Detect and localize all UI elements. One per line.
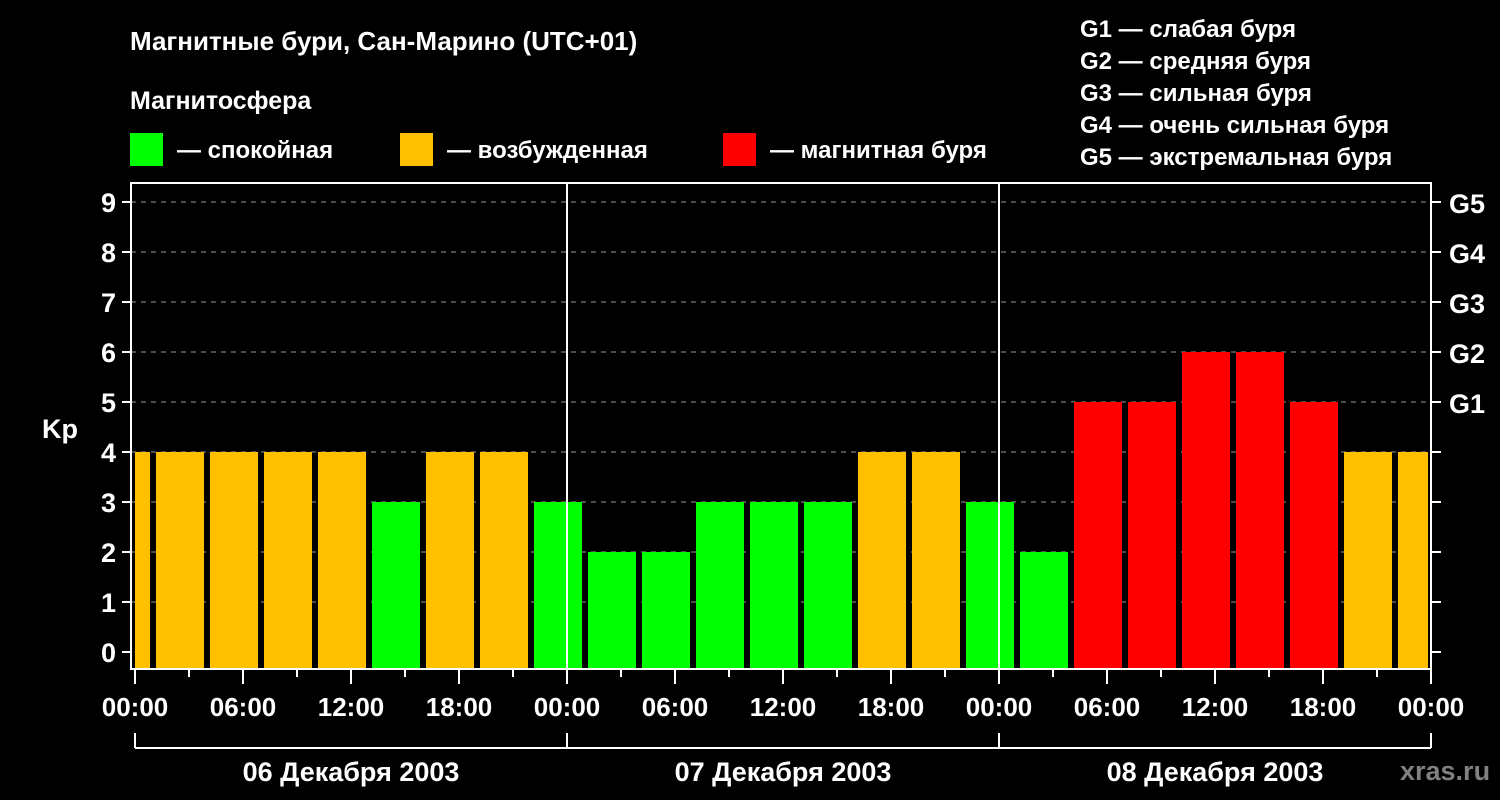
y-axis-label: Kp [42,414,78,444]
g-scale-item: G2 — средняя буря [1080,48,1311,75]
legend-title: Магнитосфера [130,87,312,115]
legend-swatch [400,133,433,166]
g-tick-label: G1 [1449,389,1485,419]
kp-chart: Магнитные бури, Сан-Марино (UTC+01) Магн… [42,16,1490,787]
y-tick-label: 1 [101,588,116,618]
bar [642,552,690,669]
bar [318,452,366,669]
x-tick-label: 06:00 [642,692,709,722]
bar [264,452,312,669]
legend-swatch [130,133,163,166]
y-tick-label: 7 [101,288,116,318]
legend-label: — спокойная [177,137,333,164]
bar [210,452,258,669]
chart-title: Магнитные бури, Сан-Марино (UTC+01) [130,26,637,56]
y-tick-label: 4 [101,438,116,468]
bar [588,552,636,669]
bar [135,452,150,669]
bar [750,502,798,669]
bar [696,502,744,669]
x-tick-label: 12:00 [318,692,385,722]
g-tick-label: G2 [1449,339,1485,369]
x-tick-label: 18:00 [426,692,493,722]
legend-swatch [723,133,756,166]
g-scale-legend: G1 — слабая буря G2 — средняя буря G3 — си… [1080,16,1392,171]
bar [1128,402,1176,669]
y-tick-label: 3 [101,488,116,518]
x-tick-label: 00:00 [966,692,1033,722]
y-tick-label: 0 [101,638,116,668]
x-tick-label: 12:00 [750,692,817,722]
plot-area: 0 1 2 3 4 5 6 7 8 9 G1 G2 G3 G4 G5 00:00 06:00 12:00 18:00… [101,182,1485,787]
bar [372,502,420,669]
day-label: 07 Декабря 2003 [675,757,892,787]
legend-label: — возбужденная [447,137,648,164]
x-tick-label: 18:00 [1290,692,1357,722]
day-label: 06 Декабря 2003 [243,757,460,787]
g-scale-item: G4 — очень сильная буря [1080,112,1389,139]
bar [1236,352,1284,669]
y-tick-label: 2 [101,538,116,568]
bar [156,452,204,669]
bar [966,502,1014,669]
g-tick-label: G4 [1449,239,1485,269]
bar [804,502,852,669]
g-tick-label: G3 [1449,289,1485,319]
x-tick-label: 12:00 [1182,692,1249,722]
x-tick-label: 00:00 [534,692,601,722]
bar [912,452,960,669]
bar [1290,402,1338,669]
bar [480,452,528,669]
x-tick-label: 00:00 [1398,692,1465,722]
g-scale-item: G5 — экстремальная буря [1080,144,1392,171]
g-scale-item: G3 — сильная буря [1080,80,1312,107]
legend-label: — магнитная буря [770,137,987,164]
bar [426,452,474,669]
y-tick-label: 6 [101,338,116,368]
day-label: 08 Декабря 2003 [1107,757,1324,787]
g-tick-label: G5 [1449,189,1485,219]
x-tick-label: 00:00 [102,692,169,722]
bar [1074,402,1122,669]
y-tick-label: 8 [101,238,116,268]
y-tick-label: 9 [101,188,116,218]
x-tick-label: 06:00 [210,692,277,722]
bar [858,452,906,669]
g-scale-item: G1 — слабая буря [1080,16,1296,43]
bar [1182,352,1230,669]
y-tick-label: 5 [101,388,116,418]
bar [1020,552,1068,669]
bar [1398,452,1428,669]
watermark: xras.ru [1400,756,1490,786]
bar [1344,452,1392,669]
legend: — спокойная — возбужденная — магнитная бур… [130,133,987,166]
x-tick-label: 18:00 [858,692,925,722]
bar [534,502,582,669]
x-tick-label: 06:00 [1074,692,1141,722]
